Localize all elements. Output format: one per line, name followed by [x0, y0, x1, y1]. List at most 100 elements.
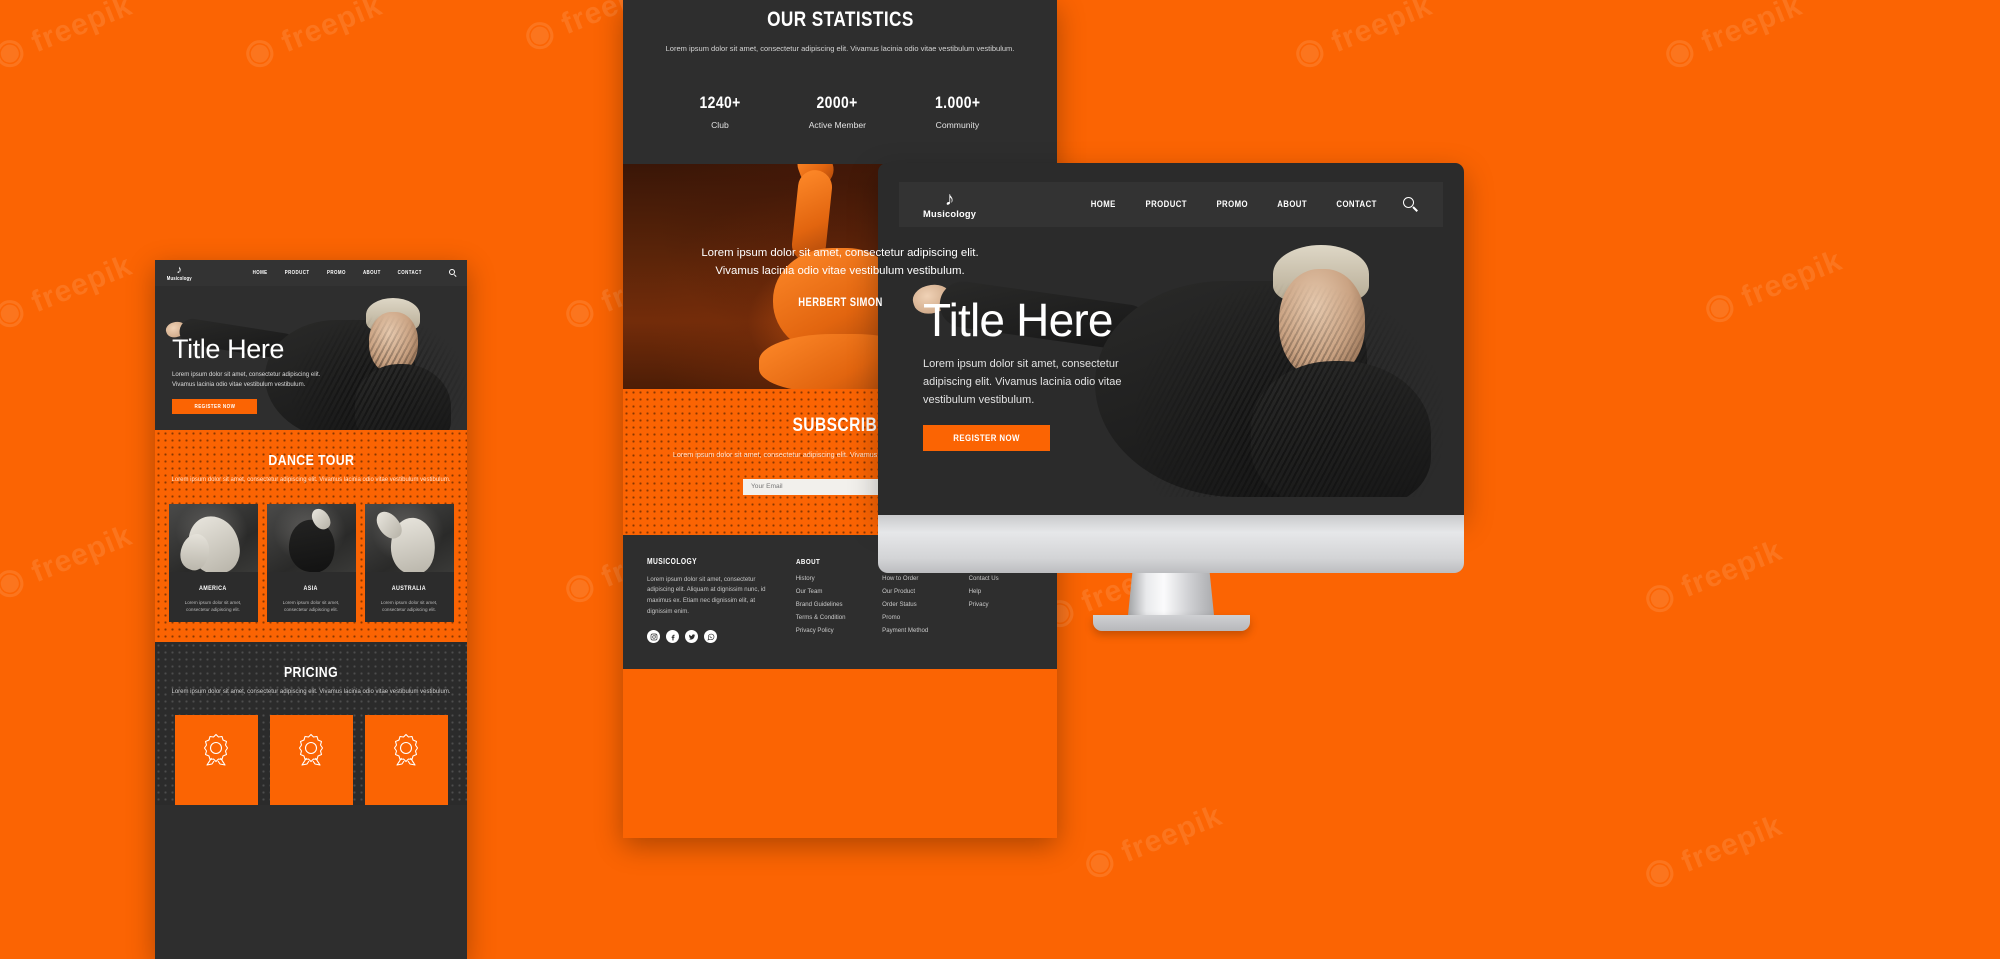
email-input[interactable]	[743, 478, 882, 495]
footer-about-text: Lorem ipsum dolor sit amet, consectetur …	[647, 575, 766, 615]
dance-tour-paragraph: Lorem ipsum dolor sit amet, consectetur …	[171, 477, 451, 483]
desktop-navbar: ♪ Musicology HOME PRODUCT PROMO ABOUT CO…	[899, 182, 1443, 227]
mobile-hero-section: Title Here Lorem ipsum dolor sit amet, c…	[155, 286, 467, 430]
statistics-title: OUR STATISTICS	[766, 8, 914, 31]
register-now-button[interactable]: REGISTER NOW	[923, 425, 1050, 452]
monitor-chin	[878, 515, 1464, 573]
statistic-item: 1.000+ Community	[930, 93, 985, 130]
twitter-icon[interactable]	[685, 630, 698, 644]
instagram-icon[interactable]	[647, 630, 660, 644]
brand-logo[interactable]: ♪ Musicology	[923, 190, 976, 219]
mockup-canvas: ◉ freepik ◉ freepik ◉ freepik ◉ freepik …	[0, 0, 2000, 959]
statistic-item: 2000+ Active Member	[809, 93, 866, 130]
pricing-section: PRICING Lorem ipsum dolor sit amet, cons…	[155, 641, 467, 806]
nav-item-home[interactable]: HOME	[1091, 199, 1116, 210]
footer-link[interactable]: Payment Method	[882, 627, 946, 634]
desktop-hero-copy: Title Here Lorem ipsum dolor sit amet, c…	[923, 294, 1183, 452]
dance-tour-card[interactable]: AUSTRALIA Lorem ipsum dolor sit amet, co…	[364, 503, 454, 622]
dance-tour-card[interactable]: ASIA Lorem ipsum dolor sit amet, consect…	[266, 503, 356, 622]
brand-logo[interactable]: ♪ Musicology	[164, 263, 195, 282]
pricing-paragraph: Lorem ipsum dolor sit amet, consectetur …	[171, 688, 451, 695]
nav-item-about[interactable]: ABOUT	[1277, 199, 1307, 210]
watermark: ◉ freepik	[0, 518, 137, 605]
award-ribbon-icon	[203, 733, 229, 766]
watermark: ◉ freepik	[1288, 0, 1437, 75]
nav-item-contact[interactable]: CONTACT	[398, 270, 422, 276]
dance-tour-card-list: AMERICA Lorem ipsum dolor sit amet, cons…	[155, 503, 467, 622]
pricing-title: PRICING	[283, 663, 339, 681]
award-ribbon-icon	[298, 733, 324, 766]
footer-link[interactable]: History	[796, 575, 860, 582]
card-title: AMERICA	[199, 584, 227, 592]
hero-paragraph: Lorem ipsum dolor sit amet, consectetur …	[172, 371, 321, 389]
footer-column-about: ABOUT History Our Team Brand Guidelines …	[796, 557, 860, 644]
nav-item-home[interactable]: HOME	[252, 270, 267, 276]
nav-item-contact[interactable]: CONTACT	[1336, 199, 1376, 210]
nav-item-promo[interactable]: PROMO	[327, 270, 346, 276]
mobile-navbar: ♪ Musicology HOME PRODUCT PROMO ABOUT CO…	[155, 260, 467, 286]
music-note-icon: ♪	[944, 189, 955, 210]
mobile-hero-copy: Title Here Lorem ipsum dolor sit amet, c…	[172, 336, 372, 414]
pricing-card[interactable]	[174, 715, 258, 806]
hero-title: Title Here	[923, 294, 1113, 346]
card-photo	[168, 503, 258, 572]
footer-link[interactable]: Privacy Policy	[796, 627, 860, 634]
whatsapp-icon[interactable]	[704, 630, 717, 644]
watermark: ◉ freepik	[1698, 243, 1847, 330]
pricing-card[interactable]	[269, 715, 353, 806]
dance-tour-section: DANCE TOUR Lorem ipsum dolor sit amet, c…	[155, 430, 467, 642]
dance-tour-title: DANCE TOUR	[268, 452, 354, 469]
watermark: ◉ freepik	[1638, 533, 1787, 620]
quote-text: Lorem ipsum dolor sit amet, consectetur …	[701, 247, 979, 278]
award-ribbon-icon	[393, 733, 419, 766]
facebook-icon[interactable]	[666, 630, 679, 644]
statistic-label: Active Member	[808, 120, 867, 131]
desktop-monitor-mockup: ♪ Musicology HOME PRODUCT PROMO ABOUT CO…	[878, 163, 1464, 631]
hero-paragraph: Lorem ipsum dolor sit amet, consectetur …	[923, 358, 1122, 406]
watermark: ◉ freepik	[1078, 798, 1227, 885]
footer-column-heading: ABOUT	[795, 556, 820, 566]
nav-links: HOME PRODUCT PROMO ABOUT CONTACT	[251, 270, 425, 276]
monitor-bezel: ♪ Musicology HOME PRODUCT PROMO ABOUT CO…	[878, 163, 1464, 515]
statistic-label: Community	[935, 120, 980, 131]
register-now-button[interactable]: REGISTER NOW	[172, 399, 257, 414]
hero-title: Title Here	[172, 334, 285, 365]
statistics-section: OUR STATISTICS Lorem ipsum dolor sit ame…	[623, 0, 1057, 165]
footer-link[interactable]: Brand Guidelines	[796, 601, 860, 608]
watermark: ◉ freepik	[1638, 808, 1787, 895]
card-title: AUSTRALIA	[391, 584, 427, 592]
footer-link[interactable]: Terms & Condition	[796, 614, 860, 621]
card-photo	[364, 503, 454, 572]
brand-name: Musicology	[923, 209, 977, 219]
nav-links: HOME PRODUCT PROMO ABOUT CONTACT	[1088, 199, 1381, 210]
music-note-icon: ♪	[176, 263, 183, 276]
quote-author: HERBERT SIMON	[797, 297, 883, 310]
nav-item-about[interactable]: ABOUT	[363, 270, 381, 276]
statistics-paragraph: Lorem ipsum dolor sit amet, consectetur …	[665, 44, 1015, 53]
card-title: ASIA	[303, 584, 319, 592]
nav-item-product[interactable]: PRODUCT	[1145, 199, 1186, 210]
statistic-value: 1240+	[699, 93, 741, 113]
footer-brand-name: MUSICOLOGY	[647, 556, 697, 566]
footer-link[interactable]: Our Team	[796, 588, 860, 595]
card-text: Lorem ipsum dolor sit amet, consectetur …	[380, 599, 438, 613]
pricing-card[interactable]	[364, 715, 448, 806]
statistic-item: 1240+ Club	[695, 93, 745, 130]
footer-brand-column: MUSICOLOGY Lorem ipsum dolor sit amet, c…	[647, 557, 768, 644]
nav-item-promo[interactable]: PROMO	[1217, 199, 1248, 210]
card-text: Lorem ipsum dolor sit amet, consectetur …	[184, 599, 242, 613]
search-icon[interactable]	[1403, 196, 1419, 213]
social-links	[647, 630, 768, 644]
watermark: ◉ freepik	[1658, 0, 1807, 75]
statistics-list: 1240+ Club 2000+ Active Member 1.000+ Co…	[623, 93, 1057, 130]
watermark: ◉ freepik	[0, 0, 137, 75]
monitor-screen: ♪ Musicology HOME PRODUCT PROMO ABOUT CO…	[899, 182, 1443, 497]
statistic-value: 1.000+	[934, 93, 981, 113]
brand-name: Musicology	[166, 275, 192, 282]
search-icon[interactable]	[449, 268, 458, 278]
nav-item-product[interactable]: PRODUCT	[284, 270, 309, 276]
dance-tour-card[interactable]: AMERICA Lorem ipsum dolor sit amet, cons…	[168, 503, 258, 622]
watermark: ◉ freepik	[238, 0, 387, 75]
monitor-stand-base	[1093, 615, 1250, 631]
card-text: Lorem ipsum dolor sit amet, consectetur …	[282, 599, 340, 613]
